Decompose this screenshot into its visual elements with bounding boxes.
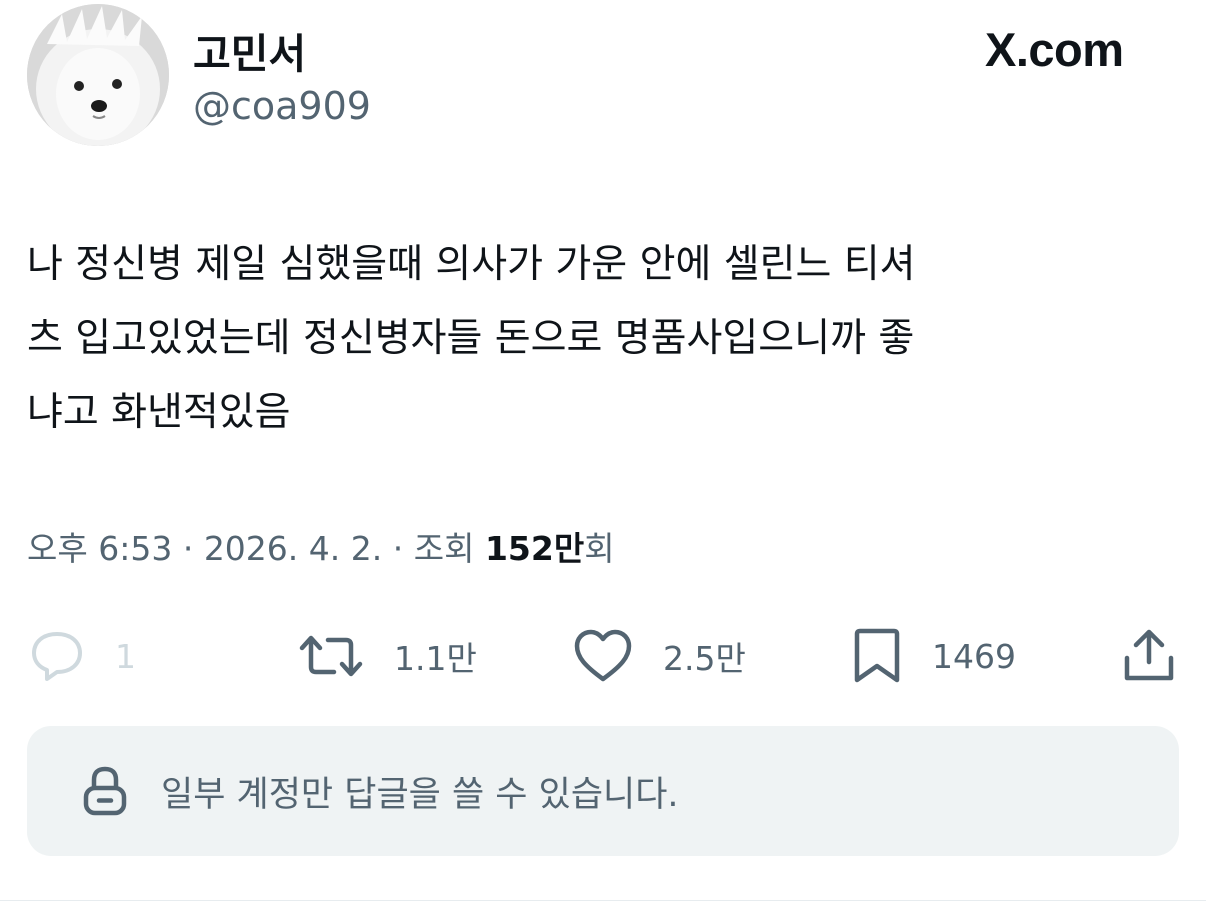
share-icon xyxy=(1124,629,1174,681)
tweet-meta: 오후 6:53 · 2026. 4. 2. · 조회 152만회 xyxy=(27,522,615,570)
tweet-line: 나 정신병 제일 심했을때 의사가 가운 안에 셀린느 티셔 xyxy=(27,242,916,287)
divider xyxy=(0,900,1206,901)
retweet-count: 1.1만 xyxy=(394,639,477,678)
tweet-line: 냐고 화낸적있음 xyxy=(27,390,291,435)
views-label: 조회 xyxy=(413,529,475,568)
tweet-time[interactable]: 오후 6:53 xyxy=(27,529,172,568)
user-handle[interactable]: @coa909 xyxy=(193,84,371,128)
share-button[interactable] xyxy=(1122,626,1176,686)
meta-separator: · xyxy=(382,529,414,568)
heart-icon xyxy=(574,629,632,682)
reply-bubble-icon xyxy=(32,632,82,681)
views-count: 152만 xyxy=(484,529,585,568)
retweet-button[interactable]: 1.1만 xyxy=(298,626,477,686)
brand-watermark: X.com xyxy=(985,23,1124,76)
reply-restriction-banner: 일부 계정만 답글을 쓸 수 있습니다. xyxy=(27,726,1179,856)
display-name[interactable]: 고민서 xyxy=(193,20,306,80)
reply-button[interactable]: 1 xyxy=(29,626,136,686)
retweet-icon xyxy=(299,635,363,677)
avatar[interactable] xyxy=(27,4,169,146)
views-suffix: 회 xyxy=(584,529,615,568)
bookmark-button[interactable]: 1469 xyxy=(852,626,1016,686)
dog-avatar-icon xyxy=(27,4,169,146)
bookmark-icon xyxy=(854,628,900,683)
tweet-date[interactable]: 2026. 4. 2. xyxy=(204,529,382,568)
tweet-line: 츠 입고있었는데 정신병자들 돈으로 명품사입으니까 좋 xyxy=(27,316,915,361)
meta-separator: · xyxy=(172,529,204,568)
tweet-text: 나 정신병 제일 심했을때 의사가 가운 안에 셀린느 티셔 츠 입고있었는데 … xyxy=(27,228,1177,450)
lock-icon xyxy=(83,766,127,816)
reply-count: 1 xyxy=(115,636,136,676)
reply-restriction-message: 일부 계정만 답글을 쓸 수 있습니다. xyxy=(161,774,679,815)
like-count: 2.5만 xyxy=(663,639,746,678)
like-button[interactable]: 2.5만 xyxy=(573,626,746,686)
bookmark-count: 1469 xyxy=(932,636,1016,676)
